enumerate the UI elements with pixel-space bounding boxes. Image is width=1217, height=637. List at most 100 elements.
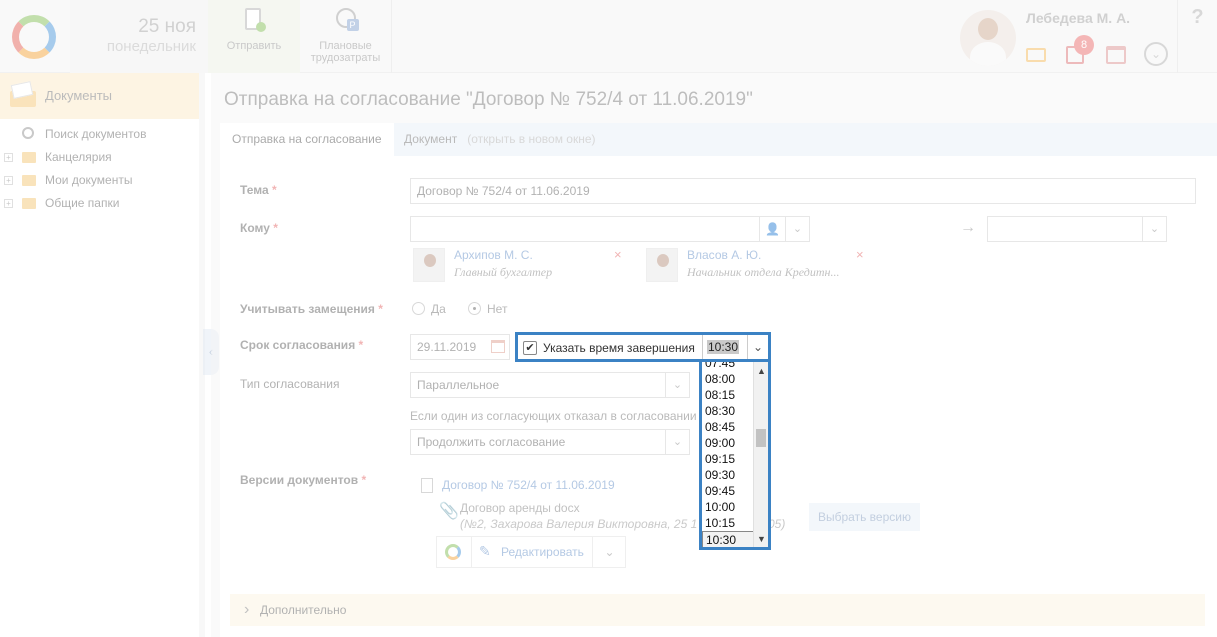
- sidebar-item-office[interactable]: + Канцелярия: [0, 146, 199, 169]
- tab-bar: Отправка на согласование Документ (откры…: [220, 123, 1217, 156]
- sidebar: Документы Поиск документов + Канцелярия …: [0, 73, 205, 637]
- recipient-name[interactable]: Архипов М. С.: [454, 248, 533, 262]
- time-dropdown-list: 07:45 08:00 08:15 08:30 08:45 09:00 09:15 09:30…: [699, 359, 771, 550]
- remove-recipient-icon[interactable]: ×: [856, 247, 864, 262]
- search-icon: [22, 127, 34, 139]
- folder-icon: [22, 152, 36, 163]
- refuse-hint: Если один из согласующих отказал в согла…: [410, 409, 697, 423]
- subject-label: Тема *: [240, 183, 277, 197]
- chevron-down-icon: ⌄: [665, 430, 689, 454]
- app-logo[interactable]: [0, 0, 70, 73]
- recipient-card: Власов А. Ю. Начальник отдела Кредитн...…: [646, 247, 876, 284]
- chevron-down-icon: ⌄: [1142, 217, 1166, 241]
- subject-input[interactable]: Договор № 752/4 от 11.06.2019: [410, 178, 1196, 204]
- time-option[interactable]: 09:15: [702, 451, 754, 467]
- sidebar-item-label: Поиск документов: [45, 127, 147, 141]
- edit-button[interactable]: Редактировать: [501, 545, 584, 559]
- help-button[interactable]: ?: [1177, 0, 1217, 73]
- date-weekday: понедельник: [106, 38, 196, 55]
- send-document-icon: [242, 8, 266, 34]
- app-logo-icon[interactable]: [445, 544, 461, 560]
- version-link[interactable]: Договор № 752/4 от 11.06.2019: [442, 478, 615, 492]
- chevron-down-icon: ⌄: [665, 373, 689, 397]
- recipient-role: Главный бухгалтер: [454, 265, 553, 279]
- time-option[interactable]: 08:45: [702, 419, 754, 435]
- folder-tree: Поиск документов + Канцелярия + Мои доку…: [0, 119, 199, 215]
- time-option[interactable]: 10:30: [702, 531, 754, 547]
- remove-recipient-icon[interactable]: ×: [614, 247, 622, 262]
- time-option[interactable]: 08:00: [702, 371, 754, 387]
- time-option[interactable]: 09:45: [702, 483, 754, 499]
- choose-version-button[interactable]: Выбрать версию: [809, 503, 920, 531]
- sidebar-item-my-documents[interactable]: + Мои документы: [0, 169, 199, 192]
- time-option[interactable]: 10:15: [702, 515, 754, 531]
- recipient-role: Начальник отдела Кредитн...: [687, 265, 840, 279]
- avatar[interactable]: [960, 10, 1016, 66]
- open-new-window-link[interactable]: (открыть в новом окне): [467, 132, 595, 146]
- chevron-down-icon[interactable]: ⌄: [747, 335, 768, 359]
- arrow-right-icon: →: [960, 219, 976, 236]
- date-block: 25 ноя понедельник: [70, 0, 208, 73]
- plan-label-2: трудозатраты: [310, 52, 381, 64]
- chevron-down-icon[interactable]: ⌄: [785, 217, 809, 241]
- completion-time-label: Указать время завершения: [543, 341, 695, 355]
- date-day: 25 ноя: [138, 16, 196, 37]
- scroll-up-icon[interactable]: ▲: [757, 366, 766, 376]
- tab-send-approval[interactable]: Отправка на согласование: [220, 123, 394, 156]
- scrollbar[interactable]: ▲ ▼: [753, 362, 768, 547]
- user-actions: 8 ⌄: [1026, 35, 1176, 68]
- deadline-label: Срок согласования *: [240, 338, 364, 352]
- approval-type-select[interactable]: Параллельное ⌄: [410, 372, 690, 398]
- radio-yes[interactable]: Да: [412, 302, 446, 316]
- scroll-down-icon[interactable]: ▼: [757, 534, 766, 544]
- folder-icon: [22, 198, 36, 209]
- tab-document[interactable]: Документ (открыть в новом окне): [392, 123, 608, 156]
- mail-icon[interactable]: [1026, 48, 1046, 62]
- time-option[interactable]: 08:15: [702, 387, 754, 403]
- sidebar-item-shared-folders[interactable]: + Общие папки: [0, 192, 199, 215]
- sidebar-item-search[interactable]: Поиск документов: [0, 123, 199, 146]
- time-option[interactable]: 07:45: [702, 362, 754, 371]
- scroll-thumb[interactable]: [756, 429, 766, 447]
- logo-ring-icon: [12, 15, 56, 59]
- time-option[interactable]: 08:30: [702, 403, 754, 419]
- planned-costs-button[interactable]: Плановые трудозатраты: [300, 0, 392, 73]
- time-input[interactable]: 10:30: [702, 335, 747, 359]
- expand-icon[interactable]: +: [4, 153, 13, 162]
- paperclip-icon: 📎: [439, 503, 459, 520]
- recipient-photo: [646, 248, 678, 282]
- recipient-name[interactable]: Власов А. Ю.: [687, 248, 761, 262]
- refuse-action-select[interactable]: Продолжить согласование ⌄: [410, 429, 690, 455]
- folder-icon: [22, 175, 36, 186]
- time-options: 07:45 08:00 08:15 08:30 08:45 09:00 09:15 09:30…: [702, 362, 754, 547]
- sidebar-header[interactable]: Документы: [0, 73, 199, 119]
- additional-section-toggle[interactable]: Дополнительно: [230, 594, 1205, 626]
- send-button[interactable]: Отправить: [208, 0, 300, 73]
- expand-icon[interactable]: +: [4, 199, 13, 208]
- chevron-down-icon[interactable]: ⌄: [1144, 42, 1168, 66]
- calendar-icon[interactable]: [491, 340, 505, 353]
- tab-document-label: Документ: [404, 132, 458, 146]
- edit-button-group: ✎ Редактировать ⌄: [436, 536, 626, 568]
- completion-time-checkbox[interactable]: ✔: [523, 341, 537, 355]
- chevron-down-icon[interactable]: ⌄: [592, 537, 626, 567]
- time-option[interactable]: 10:00: [702, 499, 754, 515]
- time-value: 10:30: [707, 340, 740, 354]
- expand-icon[interactable]: +: [4, 176, 13, 185]
- plan-label-1: Плановые: [319, 40, 372, 52]
- time-option[interactable]: 09:00: [702, 435, 754, 451]
- radio-circle-icon: [412, 302, 425, 315]
- deadline-date-input[interactable]: 29.11.2019: [410, 334, 510, 360]
- file-name[interactable]: Договор аренды docx: [460, 501, 580, 515]
- documents-folder-icon: [10, 83, 36, 107]
- route-select[interactable]: ⌄: [987, 216, 1167, 242]
- file-meta: (№2, Захарова Валерия Викторовна, 25 1: [460, 517, 698, 531]
- tasks-badge: 8: [1074, 35, 1094, 55]
- calendar-icon[interactable]: [1106, 46, 1126, 64]
- user-picker-icon[interactable]: 👤: [759, 217, 785, 241]
- radio-no[interactable]: Нет: [468, 302, 507, 316]
- user-name[interactable]: Лебедева М. А.: [1026, 10, 1130, 26]
- recipient-input[interactable]: 👤 ⌄: [410, 216, 810, 242]
- time-option[interactable]: 09:30: [702, 467, 754, 483]
- radio-circle-icon: [468, 302, 481, 315]
